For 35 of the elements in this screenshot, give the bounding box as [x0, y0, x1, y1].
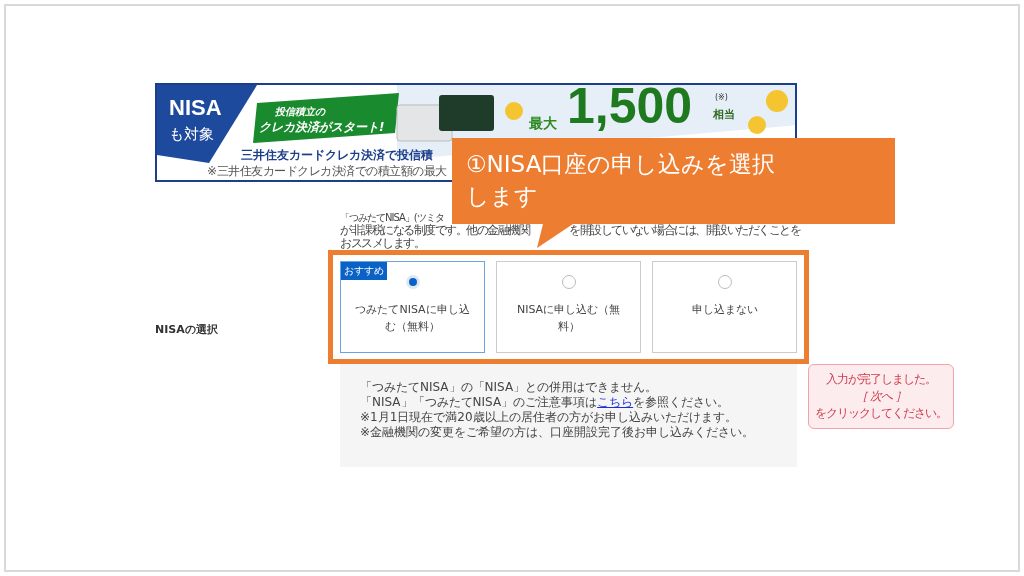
intro-text: 「つみたてNISA」(ツミタ [340, 211, 444, 224]
option-card[interactable]: NISAに申し込む（無料） [496, 261, 641, 353]
prize-amount: 1,500 [567, 85, 693, 135]
recommend-badge: おすすめ [341, 262, 387, 280]
option-card[interactable]: おすすめ つみたてNISAに申し込む（無料） [340, 261, 485, 353]
option-card[interactable]: 申し込まない [652, 261, 797, 353]
notes-link[interactable]: こちら [597, 395, 634, 409]
option-label: つみたてNISAに申し込む（無料） [354, 302, 471, 335]
option-label: NISAに申し込む（無料） [515, 302, 622, 335]
badge-subtitle: も対象 [169, 125, 214, 144]
tag-text: クレカ決済がスタート! [259, 119, 385, 136]
note-text: ※1月1日現在で満20歳以上の居住者の方がお申し込みいただけます。 [360, 410, 737, 425]
coin-icon [505, 102, 523, 120]
coin-icon [748, 116, 766, 134]
status-message: 入力が完了しました。 ［ 次へ ］ をクリックしてください。 [808, 364, 954, 429]
badge-title: NISA [169, 95, 222, 121]
callout-text: ①NISA口座の申し込みを選択 [466, 150, 777, 179]
tag-text: 投信積立の [275, 105, 325, 119]
intro-text: おススメします。 [340, 237, 424, 250]
prize-suffix: 相当 [713, 107, 735, 122]
coin-icon [766, 90, 788, 112]
callout-text: します [466, 182, 539, 211]
radio-button[interactable] [561, 275, 576, 289]
prize-prefix: 最大 [529, 115, 557, 133]
note-text: 「つみたてNISA」の「NISA」との併用はできません。 [360, 380, 658, 395]
prize-mark: (※) [715, 93, 728, 102]
radio-button[interactable] [717, 275, 732, 289]
option-label: 申し込まない [690, 302, 759, 318]
banner-headline: 三井住友カードクレカ決済で投信積 [241, 147, 433, 164]
banner-note: ※三井住友カードクレカ決済での積立額の最大 [207, 164, 447, 179]
intro-text: を開設していない場合には、開設いただくことを [569, 224, 800, 237]
note-text: ※金融機関の変更をご希望の方は、口座開設完了後お申し込みください。 [360, 425, 755, 440]
intro-text: が非課税になる制度です。他の金融機関 [340, 224, 529, 237]
field-label: NISAの選択 [155, 322, 219, 337]
note-text: 「NISA」「つみたてNISA」のご注意事項はこちら を参照ください。 [360, 395, 730, 410]
